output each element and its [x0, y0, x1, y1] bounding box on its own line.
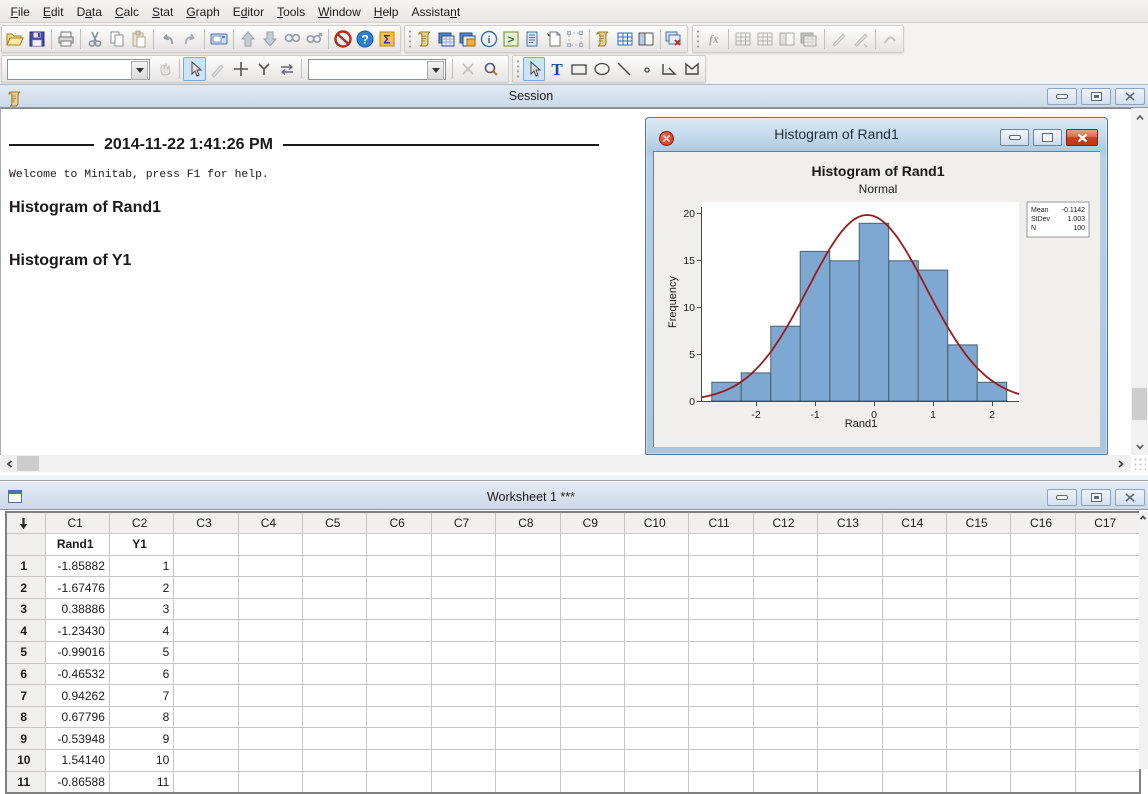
- svg-text:Mean: Mean: [1031, 207, 1049, 214]
- svg-text:Frequency: Frequency: [667, 276, 679, 328]
- svg-text:StDev: StDev: [1031, 216, 1051, 223]
- svg-text:100: 100: [1073, 225, 1085, 232]
- svg-text:-1: -1: [810, 409, 819, 421]
- svg-text:fx: fx: [709, 32, 719, 46]
- svg-text:T: T: [551, 60, 563, 79]
- svg-text:?: ?: [361, 33, 368, 47]
- svg-text:5: 5: [689, 349, 695, 361]
- svg-text:15: 15: [683, 255, 695, 267]
- svg-text:1.003: 1.003: [1067, 216, 1085, 223]
- svg-text:Σ: Σ: [383, 33, 390, 47]
- svg-text:>: >: [508, 34, 514, 46]
- svg-text:-2: -2: [751, 409, 760, 421]
- svg-text:2: 2: [989, 409, 995, 421]
- svg-text:-0.1142: -0.1142: [1062, 207, 1085, 214]
- svg-text:20: 20: [683, 208, 695, 220]
- svg-text:0: 0: [689, 396, 695, 408]
- svg-text:Normal: Normal: [859, 182, 898, 196]
- svg-text:Histogram of Rand1: Histogram of Rand1: [811, 163, 944, 179]
- svg-text:i: i: [488, 34, 491, 46]
- svg-text:Rand1: Rand1: [845, 418, 877, 430]
- svg-text:N: N: [1031, 225, 1036, 232]
- svg-text:10: 10: [683, 302, 695, 314]
- svg-text:1: 1: [930, 409, 936, 421]
